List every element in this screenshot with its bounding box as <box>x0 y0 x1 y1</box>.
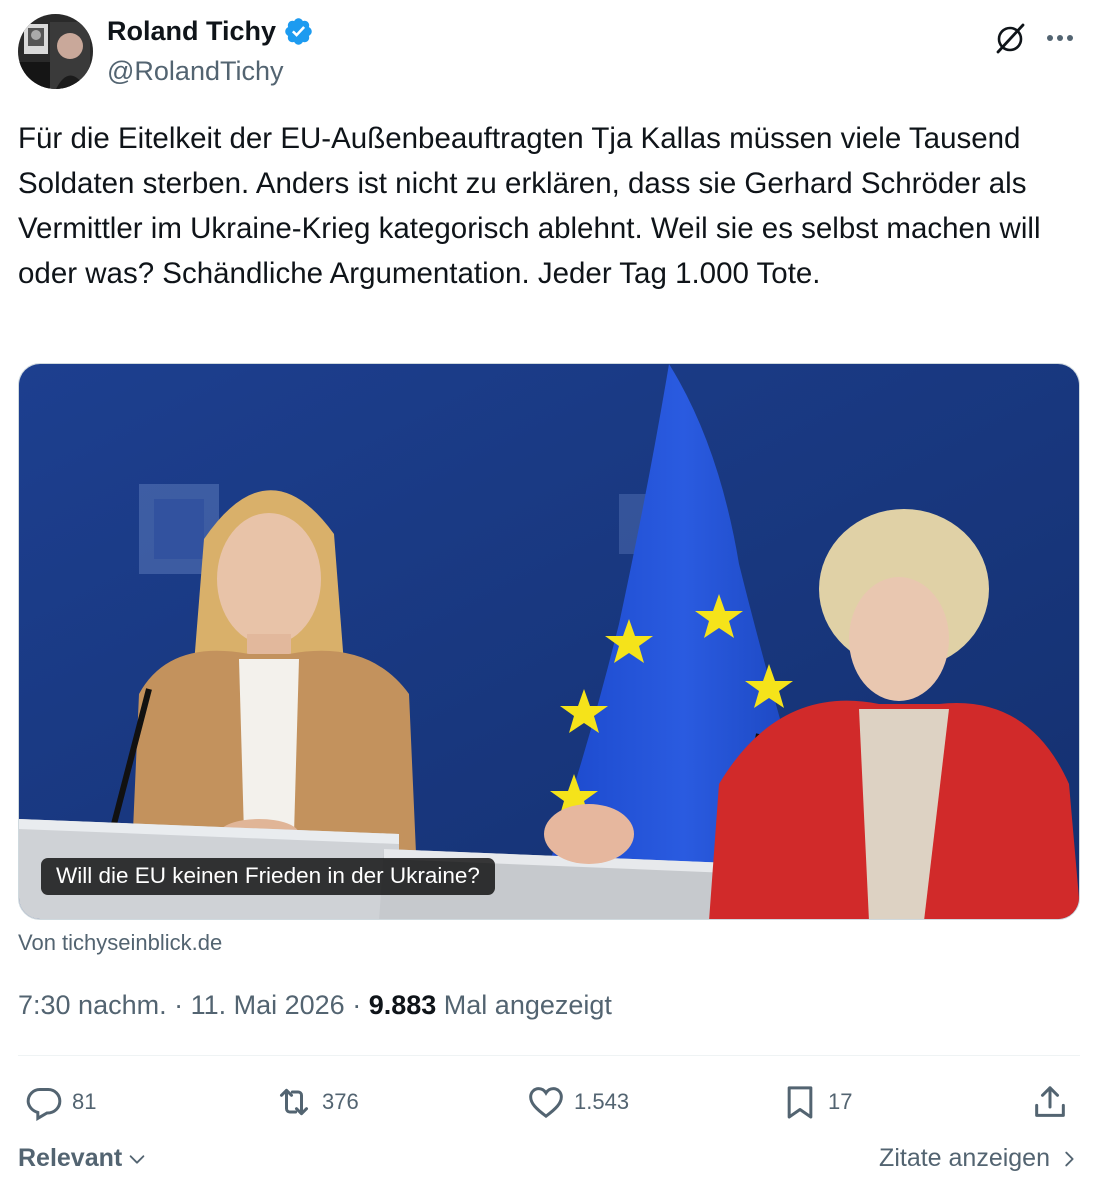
repost-button[interactable]: 376 <box>274 1080 359 1124</box>
meta-separator-2: · <box>344 990 369 1020</box>
avatar[interactable] <box>18 14 93 89</box>
repost-icon <box>280 1088 308 1116</box>
heart-icon <box>529 1087 563 1119</box>
reply-icon <box>26 1088 62 1121</box>
like-count: 1.543 <box>574 1089 630 1114</box>
bookmark-icon <box>787 1086 813 1119</box>
like-button[interactable]: 1.543 <box>526 1080 629 1124</box>
bookmark-button[interactable]: 17 <box>780 1080 852 1124</box>
view-quotes-link[interactable]: Zitate anzeigen <box>879 1144 1080 1173</box>
link-card[interactable]: Will die EU keinen Frieden in der Ukrain… <box>18 363 1080 920</box>
views-count: 9.883 <box>368 990 437 1020</box>
tweet-header: Roland Tichy @RolandTichy <box>18 14 1080 92</box>
more-icon[interactable] <box>1040 20 1080 56</box>
meta-separator: · <box>166 990 191 1020</box>
author-handle[interactable]: @RolandTichy <box>107 56 283 87</box>
repost-count: 376 <box>322 1089 359 1114</box>
reply-button[interactable]: 81 <box>24 1080 96 1124</box>
quotes-label: Zitate anzeigen <box>879 1144 1050 1172</box>
replies-controls: Relevant Zitate anzeigen <box>18 1144 1080 1180</box>
sort-dropdown[interactable]: Relevant <box>18 1144 148 1173</box>
tweet-time[interactable]: 7:30 nachm. <box>18 990 167 1021</box>
bookmark-count: 17 <box>828 1089 853 1114</box>
share-icon <box>1035 1086 1065 1117</box>
grok-icon[interactable] <box>992 20 1028 56</box>
reply-count: 81 <box>72 1089 97 1114</box>
card-caption: Will die EU keinen Frieden in der Ukrain… <box>41 858 495 895</box>
views-label: Mal angezeigt <box>443 990 612 1020</box>
chevron-right-icon <box>1065 1151 1074 1166</box>
tweet-text: Für die Eitelkeit der EU-Außenbeauftragt… <box>18 122 1049 290</box>
divider <box>18 1055 1080 1056</box>
chevron-down-icon <box>129 1154 145 1164</box>
tweet-meta: 7:30 nachm. · 11. Mai 2026 · 9.883 Mal a… <box>18 990 612 1021</box>
author-name-row: Roland Tichy <box>107 16 314 47</box>
verified-badge-icon[interactable] <box>283 16 314 47</box>
author-display-name[interactable]: Roland Tichy <box>107 16 276 47</box>
card-source[interactable]: Von tichyseinblick.de <box>18 930 222 956</box>
card-image <box>19 364 1079 919</box>
tweet-date[interactable]: 11. Mai 2026 <box>191 990 345 1021</box>
share-button[interactable] <box>1030 1080 1070 1124</box>
sort-label: Relevant <box>18 1144 123 1172</box>
action-bar: 81 376 1.543 17 <box>18 1080 1080 1124</box>
